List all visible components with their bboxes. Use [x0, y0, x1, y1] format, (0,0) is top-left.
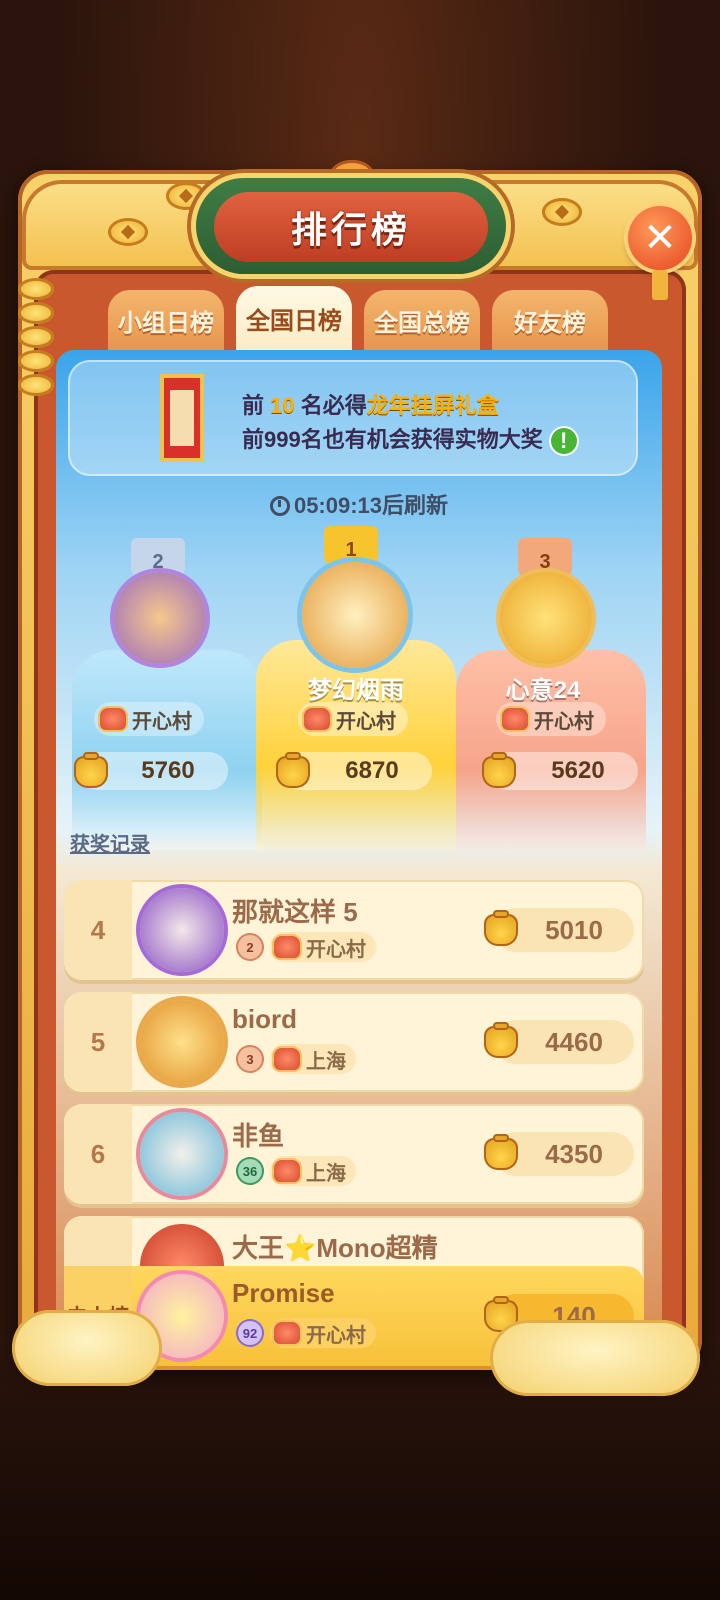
- score-value: 5620: [551, 757, 605, 784]
- rank-3-avatar[interactable]: [500, 572, 592, 664]
- village-icon: [274, 1048, 300, 1070]
- level-badge: 3: [236, 1045, 264, 1073]
- row-name: 大王⭐Mono超精: [232, 1233, 438, 1263]
- row-village: 上海: [270, 1044, 356, 1074]
- banner-top-count: 10: [270, 393, 295, 418]
- rank-1-crown: 1: [324, 526, 378, 566]
- clock-icon: [269, 496, 290, 516]
- score-value: 6870: [345, 757, 399, 784]
- info-icon[interactable]: !: [548, 426, 579, 457]
- lucky-bag-icon: [484, 910, 518, 946]
- reward-banner: 前 10 名必得龙年挂屏礼盒 前999名也有机会获得实物大奖!: [68, 360, 638, 476]
- table-row[interactable]: 4 那就这样 5 2 开心村 5010: [64, 880, 644, 980]
- rank-1-avatar[interactable]: [302, 562, 408, 668]
- row-village: 上海: [270, 1156, 356, 1186]
- village-icon: [274, 936, 300, 958]
- level-badge: 36: [236, 1157, 264, 1185]
- rank-3-name: 心意24: [505, 677, 581, 704]
- lucky-bag-icon: [74, 752, 108, 788]
- award-records-link[interactable]: 获奖记录: [70, 828, 150, 857]
- row-village: 开心村: [270, 932, 376, 962]
- row-meta: 2 开心村: [236, 932, 376, 962]
- gift-box-icon: [160, 374, 204, 462]
- rank-2-village: 开心村: [94, 702, 204, 736]
- village-label: 上海: [306, 1162, 346, 1185]
- banner-prize: 龙年挂屏礼盒: [366, 393, 499, 418]
- page-title: 排行榜: [290, 209, 411, 250]
- tab-label: 好友榜: [514, 309, 586, 337]
- podium-2-stand: [72, 650, 262, 850]
- refresh-timer: 05:09:13后刷新: [56, 488, 662, 520]
- row-name: 非鱼: [232, 1121, 285, 1151]
- row-rank: 5: [64, 992, 132, 1092]
- tab-national-daily[interactable]: 全国日榜: [236, 286, 352, 350]
- lucky-bag-icon: [276, 752, 310, 788]
- row-name: biord: [232, 1004, 297, 1034]
- row-rank: 4: [64, 880, 132, 980]
- banner-mid: 名必得: [300, 393, 367, 418]
- village-label: 开心村: [306, 938, 366, 961]
- table-row[interactable]: 5 biord 3 上海 4460: [64, 992, 644, 1092]
- row-rank: 6: [64, 1104, 132, 1204]
- coin-decoration: [108, 218, 148, 246]
- table-row[interactable]: 6 非鱼 36 上海 4350: [64, 1104, 644, 1204]
- avatar[interactable]: [140, 1000, 224, 1084]
- tab-group-daily[interactable]: 小组日榜: [108, 290, 224, 350]
- banner-line-2: 前999名也有机会获得实物大奖!: [242, 422, 579, 457]
- tab-label: 全国总榜: [374, 309, 470, 337]
- village-label: 开心村: [534, 710, 594, 733]
- coin-string-decoration: [18, 278, 54, 408]
- title-plaque-inner: 排行榜: [214, 192, 488, 262]
- rank-3-village: 开心村: [496, 702, 606, 736]
- avatar[interactable]: [140, 1112, 224, 1196]
- refresh-text: 05:09:13后刷新: [293, 493, 449, 518]
- tab-bar: 小组日榜 全国日榜 全国总榜 好友榜: [108, 286, 618, 350]
- leaderboard-content: 前 10 名必得龙年挂屏礼盒 前999名也有机会获得实物大奖! 05:09:13…: [56, 350, 662, 1350]
- lucky-bag-icon: [484, 1022, 518, 1058]
- tab-label: 全国日榜: [246, 307, 342, 335]
- rank-2-number: 2: [152, 551, 164, 573]
- close-icon: ✕: [643, 216, 677, 260]
- village-label: 开心村: [336, 710, 396, 733]
- village-icon: [274, 1160, 300, 1182]
- tab-label: 小组日榜: [118, 309, 214, 337]
- rank-1-number: 1: [345, 539, 357, 561]
- village-icon: [502, 708, 528, 730]
- rank-3-number: 3: [539, 551, 551, 573]
- lucky-bag-icon: [484, 1134, 518, 1170]
- rank-1-name: 梦幻烟雨: [308, 677, 404, 704]
- rank-1-village: 开心村: [298, 702, 408, 736]
- close-button[interactable]: ✕: [628, 206, 692, 270]
- row-meta: 36 上海: [236, 1156, 356, 1186]
- avatar[interactable]: [140, 888, 224, 972]
- village-label: 上海: [306, 1050, 346, 1073]
- score-value: 5760: [141, 757, 195, 784]
- lantern-tassel: [652, 270, 668, 300]
- cloud: [12, 1310, 162, 1386]
- tab-national-total[interactable]: 全国总榜: [364, 290, 480, 350]
- village-label: 开心村: [132, 710, 192, 733]
- row-name: 那就这样 5: [232, 897, 358, 927]
- village-icon: [304, 708, 330, 730]
- level-badge: 2: [236, 933, 264, 961]
- cloud-decoration: [0, 1300, 720, 1410]
- rank-2-avatar[interactable]: [114, 572, 206, 664]
- tab-friends[interactable]: 好友榜: [492, 290, 608, 350]
- coin-decoration: [542, 198, 582, 226]
- row-meta: 3 上海: [236, 1044, 356, 1074]
- lucky-bag-icon: [482, 752, 516, 788]
- village-icon: [100, 708, 126, 730]
- banner-line-1: 前 10 名必得龙年挂屏礼盒: [242, 388, 499, 420]
- banner-prefix: 前: [242, 393, 265, 418]
- cloud: [490, 1320, 700, 1396]
- banner-line-2-text: 前999名也有机会获得实物大奖: [242, 427, 543, 452]
